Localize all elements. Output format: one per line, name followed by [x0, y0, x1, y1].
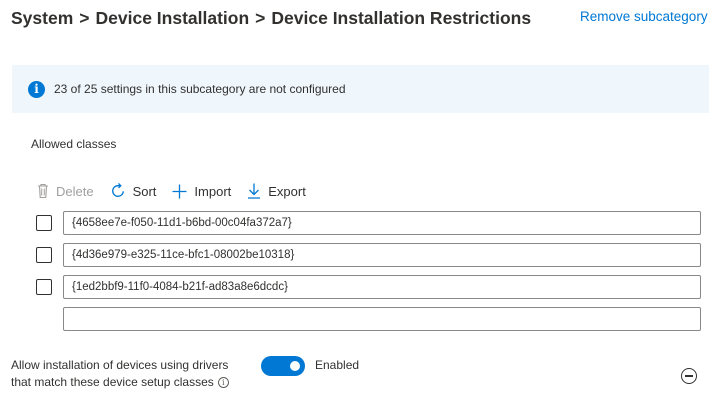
- row-checkbox[interactable]: [36, 215, 52, 231]
- import-button[interactable]: Import: [172, 184, 231, 199]
- toggle-knob: [290, 361, 300, 371]
- info-icon: i: [28, 80, 45, 98]
- breadcrumb-separator: >: [255, 8, 266, 28]
- refresh-icon: [110, 183, 126, 199]
- enabled-toggle[interactable]: [261, 356, 305, 376]
- remove-subcategory-link[interactable]: Remove subcategory: [580, 9, 708, 24]
- list-item: [36, 243, 52, 267]
- delete-label: Delete: [56, 183, 94, 199]
- new-class-guid-input[interactable]: [63, 307, 701, 331]
- export-label: Export: [268, 183, 306, 199]
- download-icon: [247, 183, 261, 199]
- remove-setting-icon[interactable]: [681, 368, 697, 384]
- class-guid-field[interactable]: {4658ee7e-f050-11d1-b6bd-00c04fa372a7}: [63, 211, 701, 235]
- sort-button[interactable]: Sort: [110, 183, 157, 199]
- class-guid-field[interactable]: {4d36e979-e325-11ce-bfc1-08002be10318}: [63, 243, 701, 267]
- page-title: System > Device Installation > Device Instal…: [11, 8, 531, 29]
- row-checkbox[interactable]: [36, 279, 52, 295]
- allowed-classes-label: Allowed classes: [31, 137, 117, 151]
- breadcrumb-device-installation: Device Installation: [95, 8, 250, 28]
- row-checkbox[interactable]: [36, 247, 52, 263]
- export-button[interactable]: Export: [247, 183, 306, 199]
- plus-icon: [172, 184, 187, 199]
- breadcrumb-device-installation-restrictions: Device Installation Restrictions: [271, 8, 532, 28]
- info-banner-text: 23 of 25 settings in this subcategory ar…: [54, 82, 346, 96]
- list-toolbar: Delete Sort Import Export: [37, 180, 322, 202]
- list-item: [36, 211, 52, 235]
- info-banner: i 23 of 25 settings in this subcategory …: [12, 65, 709, 113]
- sort-label: Sort: [132, 183, 157, 199]
- setting-label-line1: Allow installation of devices using driv…: [11, 358, 229, 372]
- import-label: Import: [194, 183, 232, 199]
- delete-button[interactable]: Delete: [37, 183, 94, 199]
- toggle-state-label: Enabled: [315, 358, 360, 372]
- breadcrumb-separator: >: [79, 8, 90, 28]
- setting-label: Allow installation of devices using driv…: [11, 357, 229, 391]
- list-item: [36, 275, 52, 299]
- trash-icon: [37, 183, 49, 199]
- breadcrumb-system: System: [11, 8, 74, 28]
- class-guid-field[interactable]: {1ed2bbf9-11f0-4084-b21f-ad83a8e6dcdc}: [63, 275, 701, 299]
- info-icon[interactable]: i: [217, 377, 229, 389]
- setting-label-line2: that match these device setup classes: [11, 375, 214, 389]
